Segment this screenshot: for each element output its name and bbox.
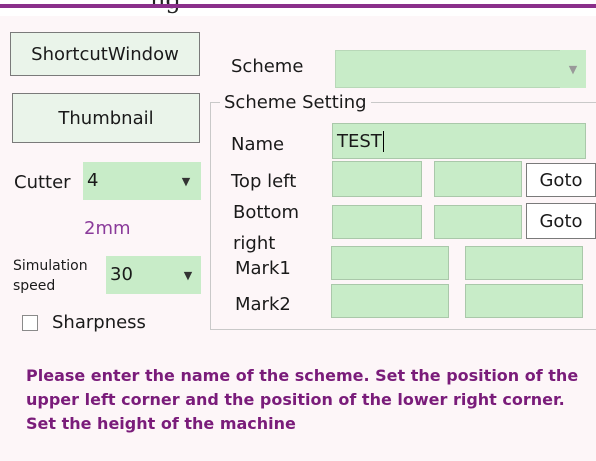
text-cursor [382,131,384,152]
mark1-x-input[interactable] [331,246,449,280]
cutter-dropdown-icon[interactable]: ▼ [173,162,199,200]
thumbnail-button[interactable]: Thumbnail [12,93,200,143]
cutter-value: 4 [87,170,99,191]
scheme-name-input[interactable]: TEST [332,123,586,159]
simulation-label-line2: speed [13,278,56,294]
bottom-right-label: Bottom right [233,197,299,259]
simulation-label: Simulation speed [13,256,88,296]
sharpness-checkbox[interactable] [22,315,38,331]
mark2-label: Mark2 [235,294,291,315]
scheme-name-value: TEST [337,131,382,152]
top-divider [0,4,596,8]
bottom-right-y-input[interactable] [434,205,522,239]
shortcut-window-label: ShortcutWindow [31,43,179,65]
simulation-dropdown-icon[interactable]: ▼ [175,256,201,294]
scheme-label: Scheme [231,56,304,77]
shortcut-window-button[interactable]: ShortcutWindow [10,32,200,76]
sharpness-label: Sharpness [52,312,146,333]
cutter-size-label: 2mm [84,218,131,239]
top-left-goto-label: Goto [539,169,583,191]
top-left-x-input[interactable] [332,161,422,197]
bottom-right-label-line2: right [233,233,276,254]
bottom-right-label-line1: Bottom [233,202,300,223]
simulation-label-line1: Simulation [13,258,88,274]
top-left-label: Top left [231,171,297,192]
mark1-label: Mark1 [235,258,291,279]
instruction-message: Please enter the name of the scheme. Set… [26,366,579,433]
top-clipped-area: ng [0,0,596,16]
name-label: Name [231,134,285,155]
cutter-label: Cutter [14,172,71,193]
bottom-right-goto-button[interactable]: Goto [526,203,596,239]
mark2-y-input[interactable] [465,284,583,318]
simulation-speed-value: 30 [110,264,133,285]
scheme-select[interactable] [335,50,586,88]
mark1-y-input[interactable] [465,246,583,280]
thumbnail-label: Thumbnail [58,107,154,129]
scheme-setting-title: Scheme Setting [220,92,371,113]
bottom-right-x-input[interactable] [332,205,422,239]
top-left-goto-button[interactable]: Goto [526,163,596,197]
top-left-y-input[interactable] [434,161,522,197]
mark2-x-input[interactable] [331,284,449,318]
bottom-right-goto-label: Goto [539,210,583,232]
scheme-dropdown-icon[interactable]: ▼ [560,50,586,88]
